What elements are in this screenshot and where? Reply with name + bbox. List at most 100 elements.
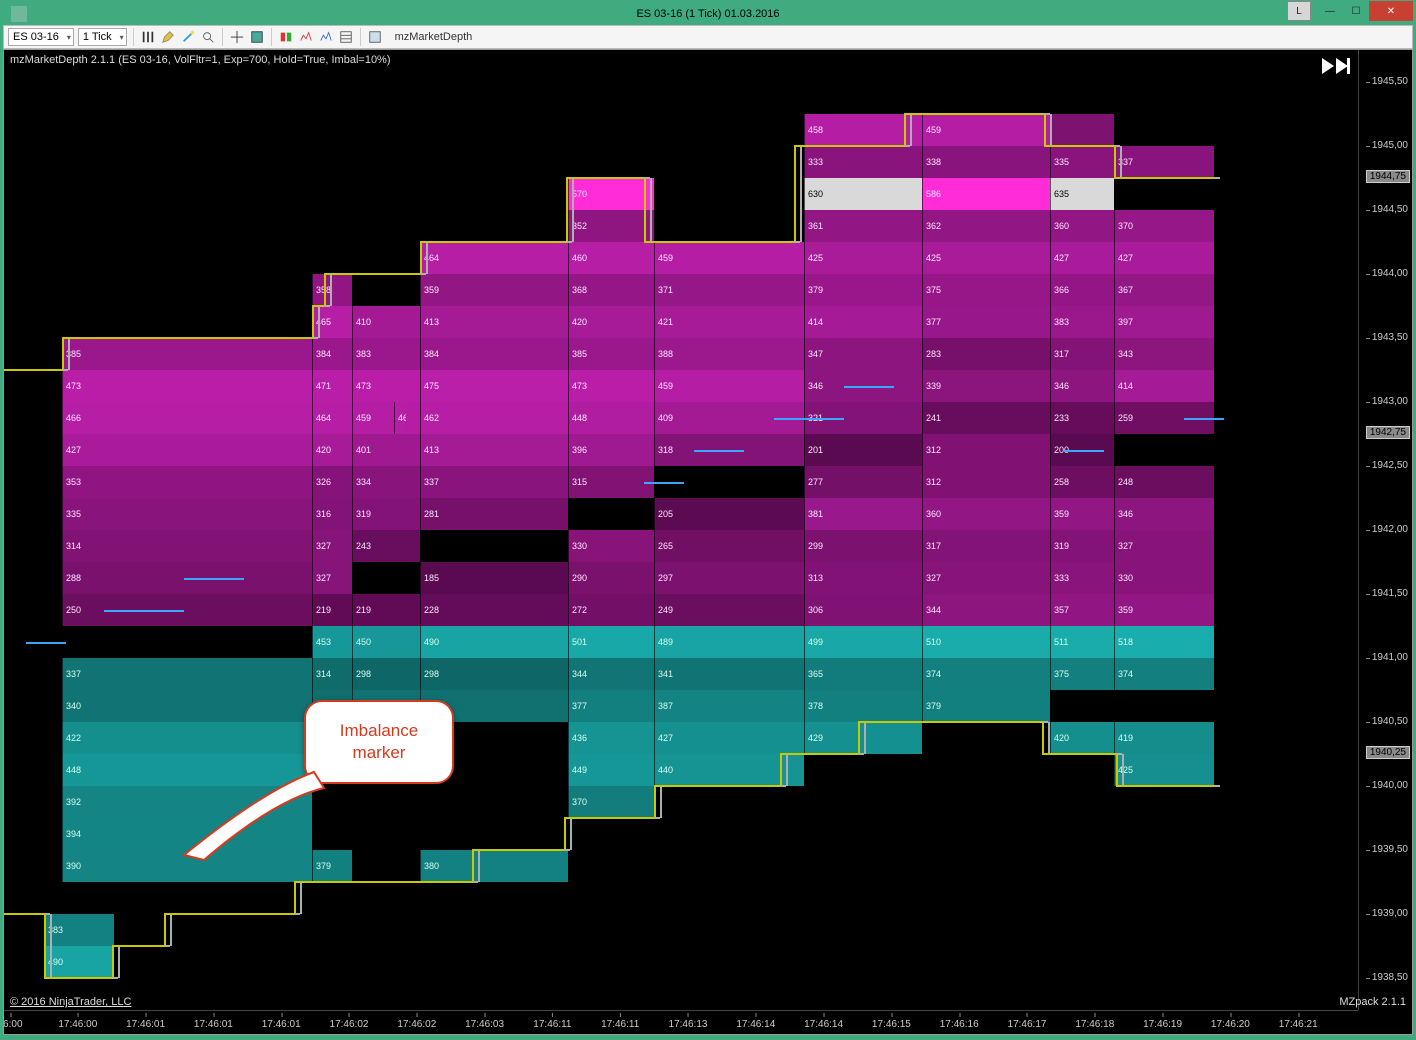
properties-icon[interactable]	[338, 29, 354, 45]
crosshair-icon[interactable]	[229, 29, 245, 45]
depth-cell: 379	[922, 690, 1050, 722]
price-tick: 1944,50	[1372, 204, 1408, 215]
depth-cell: 334	[352, 466, 420, 498]
time-axis[interactable]: 46:0017:46:0017:46:0117:46:0117:46:0117:…	[4, 1010, 1358, 1034]
depth-cell: 425	[804, 242, 922, 274]
depth-cell: 306	[804, 594, 922, 626]
depth-cell: 272	[568, 594, 654, 626]
depth-cell: 290	[568, 562, 654, 594]
depth-cell: 459	[922, 114, 1050, 146]
depth-cell: 473	[568, 370, 654, 402]
price-tick: 1942,00	[1372, 524, 1408, 535]
toolbar: ES 03-16 1 Tick mzMarketDepth	[3, 25, 1413, 49]
minimize-button[interactable]: —	[1317, 1, 1343, 21]
depth-cell: 327	[312, 562, 352, 594]
price-tick: 1943,50	[1372, 332, 1408, 343]
depth-cell: 460	[568, 242, 654, 274]
chart-trader-icon[interactable]	[278, 29, 294, 45]
separator	[222, 28, 223, 46]
depth-cell: 473	[62, 370, 312, 402]
indicator-icon[interactable]	[298, 29, 314, 45]
depth-cell: 370	[1114, 210, 1214, 242]
imbalance-marker	[1184, 418, 1224, 420]
price-tick: 1938,50	[1372, 972, 1408, 983]
depth-cell: 314	[312, 658, 352, 690]
depth-cell: 490	[44, 946, 114, 978]
depth-cell: 380	[420, 850, 568, 882]
depth-cell: 397	[1114, 306, 1214, 338]
depth-cell: 427	[1050, 242, 1114, 274]
depth-cell: 319	[352, 498, 420, 530]
maximize-button[interactable]: ☐	[1343, 1, 1369, 21]
depth-cell: 384	[420, 338, 568, 370]
depth-cell: 258	[1050, 466, 1114, 498]
depth-cell: 358	[312, 274, 352, 306]
depth-cell: 385	[62, 338, 312, 370]
depth-cell: 316	[312, 498, 352, 530]
timeframe-dropdown[interactable]: 1 Tick	[78, 28, 127, 46]
depth-cell: 383	[352, 338, 420, 370]
depth-cell: 357	[1050, 594, 1114, 626]
data-box-icon[interactable]	[249, 29, 265, 45]
chart-area[interactable]: mzMarketDepth 2.1.1 (ES 03-16, VolFltr=1…	[3, 49, 1413, 1035]
depth-cell: 343	[1114, 338, 1214, 370]
depth-cell: 375	[922, 274, 1050, 306]
depth-cell: 359	[1050, 498, 1114, 530]
price-marker: 1940,25	[1366, 746, 1410, 759]
depth-cell: 333	[1050, 562, 1114, 594]
pencil-icon[interactable]	[160, 29, 176, 45]
depth-cell: 383	[44, 914, 114, 946]
depth-cell: 385	[568, 338, 654, 370]
play-forward-icon[interactable]	[1320, 56, 1350, 79]
separator	[360, 28, 361, 46]
depth-cell: 401	[352, 434, 420, 466]
instrument-dropdown[interactable]: ES 03-16	[8, 28, 74, 46]
time-tick: 17:46:11	[533, 1019, 571, 1030]
zoom-icon[interactable]	[200, 29, 216, 45]
depth-cell: 375	[1050, 658, 1114, 690]
imbalance-marker	[26, 642, 66, 644]
time-tick: 17:46:02	[330, 1019, 369, 1030]
time-tick: 17:46:18	[1075, 1019, 1114, 1030]
time-tick: 17:46:00	[58, 1019, 97, 1030]
heatmap-grid: 3854734664273533353142882503373404224483…	[4, 50, 1358, 1010]
depth-cell: 501	[568, 626, 654, 658]
bars-icon[interactable]	[140, 29, 156, 45]
imbalance-marker	[644, 482, 684, 484]
depth-cell: 312	[922, 434, 1050, 466]
depth-cell: 353	[62, 466, 312, 498]
depth-cell: 281	[420, 498, 568, 530]
depth-cell: 205	[654, 498, 804, 530]
price-axis[interactable]: 1945,501945,001944,501944,001943,501943,…	[1358, 50, 1412, 1010]
depth-cell: 335	[62, 498, 312, 530]
price-marker: 1944,75	[1366, 170, 1410, 183]
depth-cell: 337	[62, 658, 312, 690]
layout-button[interactable]: L	[1287, 1, 1311, 21]
depth-cell: 427	[1114, 242, 1214, 274]
price-tick: 1939,50	[1372, 844, 1408, 855]
app-icon	[11, 6, 27, 22]
strategy-icon[interactable]	[318, 29, 334, 45]
depth-cell: 228	[420, 594, 568, 626]
depth-cell	[1050, 114, 1114, 146]
imbalance-marker	[694, 450, 744, 452]
depth-cell: 383	[1050, 306, 1114, 338]
depth-cell: 459	[654, 370, 804, 402]
time-tick: 17:46:15	[872, 1019, 911, 1030]
depth-cell: 313	[804, 562, 922, 594]
depth-cell: 219	[352, 594, 420, 626]
price-marker: 1942,75	[1366, 426, 1410, 439]
depth-cell: 249	[654, 594, 804, 626]
price-tick: 1945,00	[1372, 140, 1408, 151]
depth-cell: 460	[394, 402, 406, 434]
depth-cell: 374	[922, 658, 1050, 690]
wand-icon[interactable]	[180, 29, 196, 45]
panel-icon[interactable]	[367, 29, 383, 45]
depth-cell: 362	[922, 210, 1050, 242]
depth-cell: 360	[1050, 210, 1114, 242]
close-button[interactable]: ✕	[1369, 1, 1413, 21]
brand-text: MZpack 2.1.1	[1339, 996, 1406, 1008]
depth-cell: 510	[922, 626, 1050, 658]
depth-cell: 243	[352, 530, 420, 562]
depth-cell: 379	[804, 274, 922, 306]
